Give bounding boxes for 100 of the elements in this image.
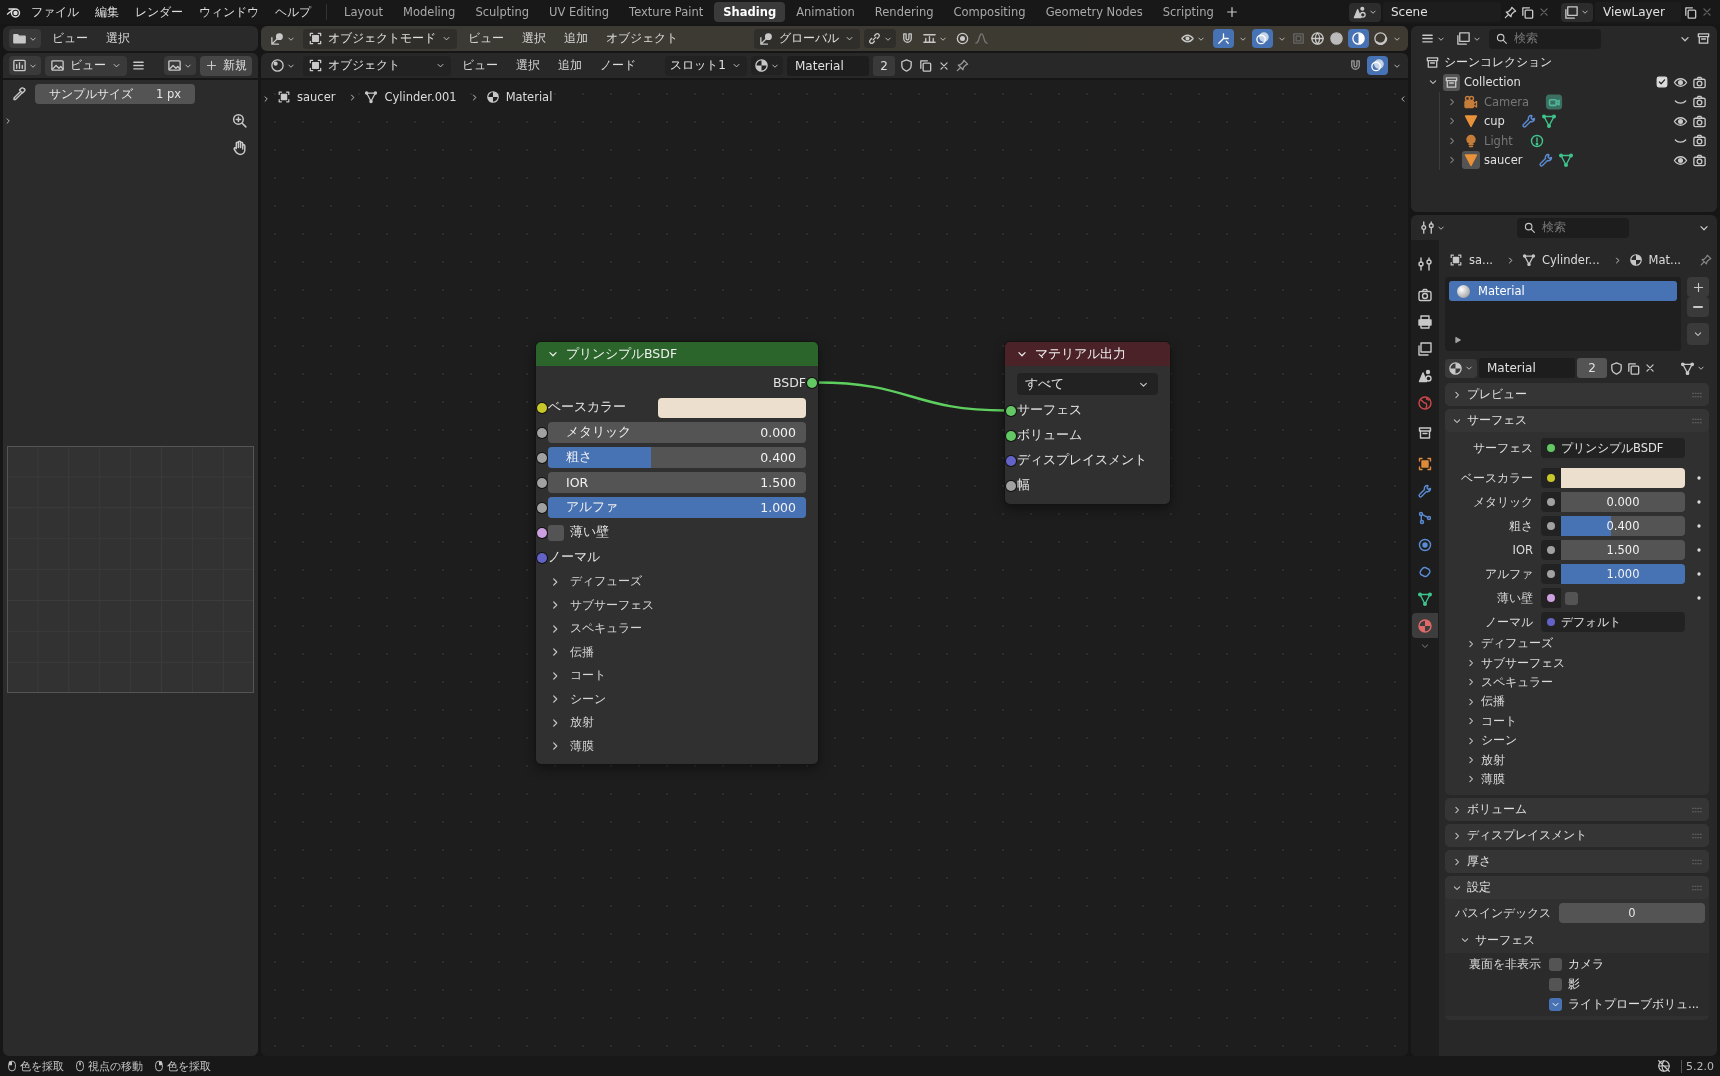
- field-label: メタリック: [1472, 494, 1533, 510]
- workspace-tab[interactable]: Animation: [787, 2, 864, 22]
- menu-item[interactable]: 選択: [99, 27, 137, 50]
- breadcrumb: Material: [505, 90, 553, 104]
- subpanel-toggle[interactable]: コート: [1445, 711, 1709, 731]
- slider-field[interactable]: アルファ 1.000: [548, 497, 806, 518]
- node-panel-toggle[interactable]: 薄膜: [536, 734, 818, 758]
- user-count[interactable]: 2: [873, 55, 895, 76]
- workspace-tab[interactable]: Texture Paint: [620, 2, 713, 22]
- shader-node[interactable]: プリンシプルBSDF BSDF ベースカラー メタリック 0.000 粗さ 0.400 IOR 1.500 アルファ 1.000 薄い壁 ノーマル ディフューズ サブサーフェス スペキュラー 伝播 コート シーン 放射 薄膜: [536, 342, 818, 764]
- new-button[interactable]: 新規: [200, 55, 252, 76]
- menu-item[interactable]: ビュー: [455, 54, 505, 77]
- workspace-tab[interactable]: Layout: [335, 2, 393, 22]
- node-panel-toggle[interactable]: 伝播: [536, 640, 818, 664]
- material-field[interactable]: Material: [1479, 358, 1575, 378]
- socket-label: ベースカラー: [548, 399, 627, 416]
- sample-size-field[interactable]: サンプルサイズ 1 px: [35, 84, 195, 104]
- panel-header[interactable]: プレビュー: [1445, 383, 1709, 406]
- output-node[interactable]: マテリアル出力 すべて サーフェス ボリューム ディスプレイスメント 幅: [1005, 342, 1170, 504]
- subpanel-toggle[interactable]: ディフューズ: [1445, 634, 1709, 654]
- workspace-tab[interactable]: Compositing: [944, 2, 1035, 22]
- checkbox[interactable]: カメラ: [1549, 957, 1709, 973]
- outliner-item[interactable]: cup: [1484, 114, 1505, 129]
- breadcrumb: sa...: [1469, 253, 1493, 267]
- view-layer-field[interactable]: ViewLayer: [1595, 2, 1681, 22]
- node-panel-toggle[interactable]: 放射: [536, 711, 818, 735]
- menu-item[interactable]: 選択: [509, 54, 547, 77]
- orientation-dropdown[interactable]: グローバル: [754, 28, 860, 49]
- workspace-tab[interactable]: Sculpting: [466, 2, 539, 22]
- number-field[interactable]: 0: [1559, 903, 1705, 924]
- outliner-item[interactable]: Collection: [1464, 75, 1521, 90]
- node-panel-toggle[interactable]: コート: [536, 664, 818, 688]
- subpanel-toggle[interactable]: シーン: [1445, 730, 1709, 751]
- subpanel-toggle[interactable]: サーフェス: [1445, 927, 1709, 954]
- menu-item[interactable]: オブジェクト: [599, 27, 685, 50]
- panel-header[interactable]: サーフェス: [1445, 409, 1709, 432]
- link-field[interactable]: デフォルト: [1541, 612, 1685, 632]
- menu-item[interactable]: ヘルプ: [268, 0, 318, 24]
- field-label: サーフェス: [1472, 440, 1533, 456]
- menu-item[interactable]: 追加: [557, 27, 595, 50]
- node-title: プリンシプルBSDF: [566, 345, 678, 363]
- number-field[interactable]: IOR 1.500: [548, 472, 806, 493]
- slider-field[interactable]: 1.000: [1561, 564, 1685, 584]
- view-dropdown[interactable]: ビュー: [45, 55, 127, 76]
- field-label: 粗さ: [1508, 518, 1533, 534]
- menu-item[interactable]: 追加: [551, 54, 589, 77]
- mode-dropdown[interactable]: オブジェクト: [303, 55, 451, 76]
- search-field[interactable]: 検索: [1489, 28, 1601, 49]
- node-panel-toggle[interactable]: ディフューズ: [536, 570, 818, 594]
- menu-item[interactable]: ファイル: [24, 0, 86, 24]
- panel-header[interactable]: 設定: [1445, 876, 1709, 900]
- panel-header[interactable]: ボリューム: [1445, 798, 1709, 822]
- workspace-tab[interactable]: Scripting: [1153, 2, 1223, 22]
- user-count[interactable]: 2: [1577, 358, 1607, 378]
- workspace-tab[interactable]: Shading: [714, 2, 786, 22]
- checkbox[interactable]: 薄い壁: [548, 524, 609, 541]
- checkbox[interactable]: ライトプローブボリュ...: [1549, 997, 1709, 1013]
- menu-item[interactable]: ビュー: [461, 27, 511, 50]
- node-title: マテリアル出力: [1035, 345, 1126, 363]
- scene-field[interactable]: Scene: [1383, 2, 1501, 22]
- subpanel-toggle[interactable]: 放射: [1445, 750, 1709, 770]
- search-field[interactable]: 検索: [1517, 217, 1629, 238]
- panel-header[interactable]: ディスプレイスメント: [1445, 824, 1709, 848]
- slot-dropdown[interactable]: スロット1: [665, 55, 747, 76]
- workspace-tab[interactable]: Rendering: [865, 2, 943, 22]
- menu-item[interactable]: ビュー: [45, 27, 95, 50]
- panel-header[interactable]: 厚さ: [1445, 850, 1709, 874]
- subpanel-toggle[interactable]: サブサーフェス: [1445, 653, 1709, 673]
- menu-item[interactable]: ウィンドウ: [192, 0, 266, 24]
- workspace-tab[interactable]: Geometry Nodes: [1036, 2, 1152, 22]
- target-dropdown[interactable]: すべて: [1017, 373, 1158, 395]
- number-field[interactable]: メタリック 0.000: [548, 422, 806, 443]
- menu-item[interactable]: レンダー: [128, 0, 190, 24]
- menu-item[interactable]: ノード: [593, 54, 643, 77]
- field-label: 裏面を非表示: [1468, 957, 1541, 973]
- workspace-tab[interactable]: UV Editing: [540, 2, 619, 22]
- subpanel-toggle[interactable]: 薄膜: [1445, 769, 1709, 790]
- menu-item[interactable]: 編集: [88, 0, 126, 24]
- field-label: IOR: [1511, 543, 1533, 557]
- number-field[interactable]: 0.000: [1561, 492, 1685, 512]
- subpanel-toggle[interactable]: スペキュラー: [1445, 672, 1709, 693]
- field-label: パスインデックス: [1455, 905, 1551, 921]
- shader-field[interactable]: プリンシプルBSDF: [1541, 438, 1685, 458]
- material-slot[interactable]: Material: [1449, 281, 1677, 301]
- node-header[interactable]: マテリアル出力: [1005, 342, 1170, 366]
- node-panel-toggle[interactable]: サブサーフェス: [536, 593, 818, 617]
- workspace-tab[interactable]: Modeling: [394, 2, 465, 22]
- checkbox[interactable]: 影: [1549, 977, 1709, 993]
- subpanel-toggle[interactable]: 伝播: [1445, 692, 1709, 712]
- node-panel-toggle[interactable]: スペキュラー: [536, 617, 818, 641]
- status-hint: 色を採取: [167, 1058, 211, 1074]
- outliner-item[interactable]: saucer: [1484, 153, 1523, 168]
- node-header[interactable]: プリンシプルBSDF: [536, 342, 818, 366]
- number-field[interactable]: 1.500: [1561, 540, 1685, 560]
- node-panel-toggle[interactable]: シーン: [536, 687, 818, 711]
- mode-dropdown[interactable]: オブジェクトモード: [303, 28, 457, 49]
- menu-item[interactable]: 選択: [515, 27, 553, 50]
- slider-field[interactable]: 粗さ 0.400: [548, 447, 806, 468]
- outliner-item[interactable]: シーンコレクション: [1444, 55, 1552, 71]
- material-field[interactable]: Material: [787, 55, 869, 76]
